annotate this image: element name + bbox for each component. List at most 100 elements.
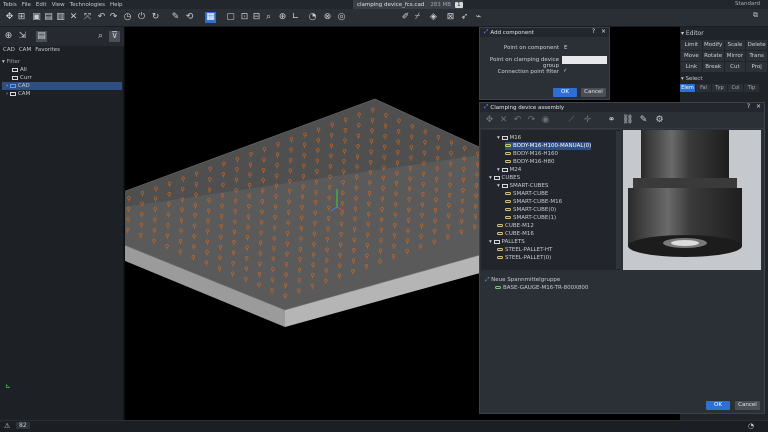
view-icon[interactable]: ◉ [540, 115, 551, 126]
fit-icon[interactable]: ⊟ [251, 12, 262, 23]
menu-file[interactable]: File [22, 2, 31, 8]
tree-component-row[interactable]: SMART-CUBE-M16 [505, 198, 562, 206]
unlink-icon[interactable]: ⛓ [622, 115, 633, 126]
undo-icon[interactable]: ↶ [96, 12, 107, 23]
timer-icon[interactable]: ◷ [122, 12, 133, 23]
connection-filter-checkbox[interactable]: ✓ [563, 68, 568, 74]
add-icon[interactable]: ⊕ [3, 31, 14, 42]
point-on-group-field[interactable] [562, 56, 607, 64]
pen-icon[interactable]: ✐ [400, 12, 411, 23]
redo-icon[interactable]: ↷ [526, 115, 537, 126]
tree-component-row[interactable]: STEEL-PALLET-HT [497, 246, 552, 254]
open-icon[interactable]: ▤ [43, 12, 54, 23]
cube-icon[interactable]: ◈ [428, 12, 439, 23]
close-icon[interactable]: × [601, 28, 606, 35]
menu-view[interactable]: View [52, 2, 65, 8]
arrow-icon[interactable]: ➶ [459, 12, 470, 23]
zoom-icon[interactable]: ⌕ [263, 12, 274, 23]
delete-button[interactable]: Delete [746, 40, 767, 50]
menu-technologies[interactable]: Technologies [70, 2, 105, 8]
tab-elem[interactable]: Elem [680, 84, 695, 92]
edit-icon[interactable]: ✎ [638, 115, 649, 126]
document-tab[interactable]: clamping device_fcs.cad 283 MB 1 [353, 0, 463, 9]
tree-component-row[interactable]: SMART-CUBE [505, 190, 548, 198]
help-icon[interactable]: ? [592, 28, 595, 35]
break-button[interactable]: Break [702, 62, 724, 72]
menu-tebis[interactable]: Tebis [3, 2, 17, 8]
tree-folder-row[interactable]: ▾ M16 [497, 134, 521, 142]
undo-icon[interactable]: ↶ [512, 115, 523, 126]
cancel-button[interactable]: Cancel [581, 88, 606, 97]
tab-favorites[interactable]: Favorites [35, 47, 60, 53]
notification-icon[interactable]: ◔ [748, 422, 754, 430]
list-view-icon[interactable]: ▤ [36, 31, 47, 42]
workspace-mode[interactable]: Standard [735, 1, 760, 7]
power-icon[interactable]: ⏻ [136, 12, 147, 23]
circle-icon[interactable]: ◎ [336, 12, 347, 23]
search-icon[interactable]: ⌕ [95, 31, 106, 42]
settings-icon[interactable]: ⚙ [654, 115, 665, 126]
connect-icon[interactable]: ⌁ [473, 12, 484, 23]
tab-cam[interactable]: CAM [19, 47, 31, 53]
tree-folder-row[interactable]: ▾ M24 [497, 166, 521, 174]
tab-typ[interactable]: Typ [712, 84, 727, 92]
tree-component-row[interactable]: SMART-CUBE(0) [505, 206, 556, 214]
point-on-component-value[interactable]: E [564, 45, 567, 51]
tree-component-row[interactable]: BODY-M16-H100-MANUAL(0) [505, 142, 592, 150]
move-icon[interactable]: ✥ [4, 12, 15, 23]
clock-icon[interactable]: ◔ [307, 12, 318, 23]
group-item-row[interactable]: BASE-GAUGE-M16-TR-800X800 [495, 285, 588, 291]
tree-icon[interactable]: ⊞ [16, 12, 27, 23]
ok-button[interactable]: OK [553, 88, 577, 97]
view-mode-icon[interactable]: ▦ [205, 12, 216, 23]
tab-tip[interactable]: Tip [744, 84, 759, 92]
rotate-icon[interactable]: ↻ [150, 12, 161, 23]
tree-folder-row[interactable]: ▾ SMART-CUBES [497, 182, 548, 190]
tab-col[interactable]: Col [728, 84, 743, 92]
scale-button[interactable]: Scale [724, 40, 746, 50]
tree-item-cad[interactable]: › CAD [2, 82, 122, 90]
menu-help[interactable]: Help [110, 2, 123, 8]
grid-icon[interactable]: ⊠ [445, 12, 456, 23]
tree-component-row[interactable]: CUBE-M12 [497, 222, 534, 230]
trans-button[interactable]: Trans [746, 51, 767, 61]
delete-icon[interactable]: ✕ [68, 12, 79, 23]
tree-item-cam[interactable]: › CAM [2, 90, 122, 98]
axis-icon[interactable]: ∟ [290, 12, 301, 23]
brush-icon[interactable]: ⌿ [412, 12, 423, 23]
warning-icon[interactable]: ⚠ [4, 422, 10, 430]
tree-component-row[interactable]: CUBE-M16 [497, 230, 534, 238]
sketch-icon[interactable]: ✎ [170, 12, 181, 23]
measure-icon[interactable]: ⊗ [322, 12, 333, 23]
rotate-view-icon[interactable]: ⟲ [184, 12, 195, 23]
limit-button[interactable]: Limit [681, 40, 702, 50]
position-icon[interactable]: ✛ [582, 115, 593, 126]
pan-icon[interactable]: ⊕ [277, 12, 288, 23]
modify-button[interactable]: Modify [702, 40, 724, 50]
print-icon[interactable]: ▥ [55, 12, 66, 23]
line-icon[interactable]: ⟋ [566, 115, 577, 126]
tab-cad[interactable]: CAD [3, 47, 15, 53]
tab-fal[interactable]: Fal [696, 84, 711, 92]
move-button[interactable]: Move [681, 51, 702, 61]
collapse-icon[interactable]: ⇲ [17, 31, 28, 42]
tree-component-row[interactable]: STEEL-PALLET(0) [497, 254, 551, 262]
link-icon[interactable]: ⚭ [606, 115, 617, 126]
cancel-button[interactable]: Cancel [735, 401, 760, 410]
save-icon[interactable]: ▣ [31, 12, 42, 23]
close-icon[interactable]: × [756, 103, 761, 110]
filter-row[interactable]: ▾ Filter [2, 58, 122, 66]
mirror-button[interactable]: Mirror [724, 51, 746, 61]
proj-button[interactable]: Proj [746, 62, 767, 72]
tree-component-row[interactable]: BODY-M16-H160 [505, 150, 558, 158]
tree-scrollbar[interactable] [616, 131, 621, 269]
help-icon[interactable]: ? [747, 103, 750, 110]
tree-component-row[interactable]: BODY-M16-H80 [505, 158, 555, 166]
rotate-button[interactable]: Rotate [702, 51, 724, 61]
cut-button[interactable]: Cut [724, 62, 746, 72]
delete-icon[interactable]: ✕ [498, 115, 509, 126]
tree-folder-row[interactable]: ▾ PALLETS [489, 238, 525, 246]
redo-icon[interactable]: ↷ [108, 12, 119, 23]
zoom-window-icon[interactable]: ⊡ [239, 12, 250, 23]
frame-icon[interactable]: ▢ [225, 12, 236, 23]
